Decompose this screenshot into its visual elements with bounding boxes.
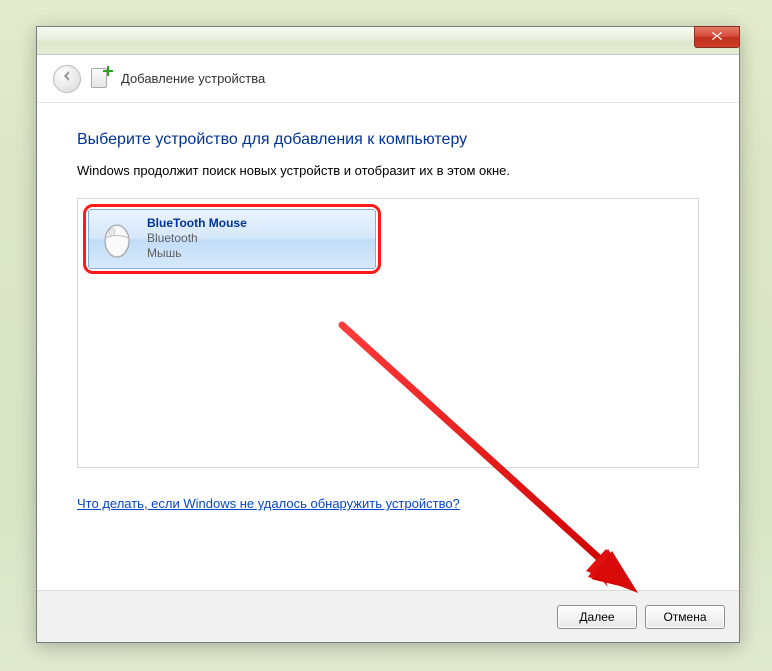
device-list: BlueTooth Mouse Bluetooth Мышь [77,198,699,468]
device-add-icon [91,68,111,90]
close-button[interactable] [694,26,740,48]
arrow-left-icon [60,69,74,88]
wizard-header: Добавление устройства [37,55,739,103]
device-text: BlueTooth Mouse Bluetooth Мышь [147,216,247,261]
content-area: Выберите устройство для добавления к ком… [37,103,739,529]
page-heading: Выберите устройство для добавления к ком… [77,131,699,149]
close-icon [711,28,723,46]
help-link[interactable]: Что делать, если Windows не удалось обна… [77,496,460,511]
device-tech: Bluetooth [147,231,247,246]
device-name: BlueTooth Mouse [147,216,247,231]
add-device-wizard-window: Добавление устройства Выберите устройств… [36,26,740,643]
header-title: Добавление устройства [121,71,265,86]
cancel-button[interactable]: Отмена [645,605,725,629]
device-type: Мышь [147,246,247,261]
next-button[interactable]: Далее [557,605,637,629]
page-subtext: Windows продолжит поиск новых устройств … [77,163,699,178]
wizard-footer: Далее Отмена [37,590,739,642]
mouse-icon [97,219,137,259]
back-button[interactable] [53,65,81,93]
titlebar [37,27,739,55]
device-item-mouse[interactable]: BlueTooth Mouse Bluetooth Мышь [88,209,376,269]
